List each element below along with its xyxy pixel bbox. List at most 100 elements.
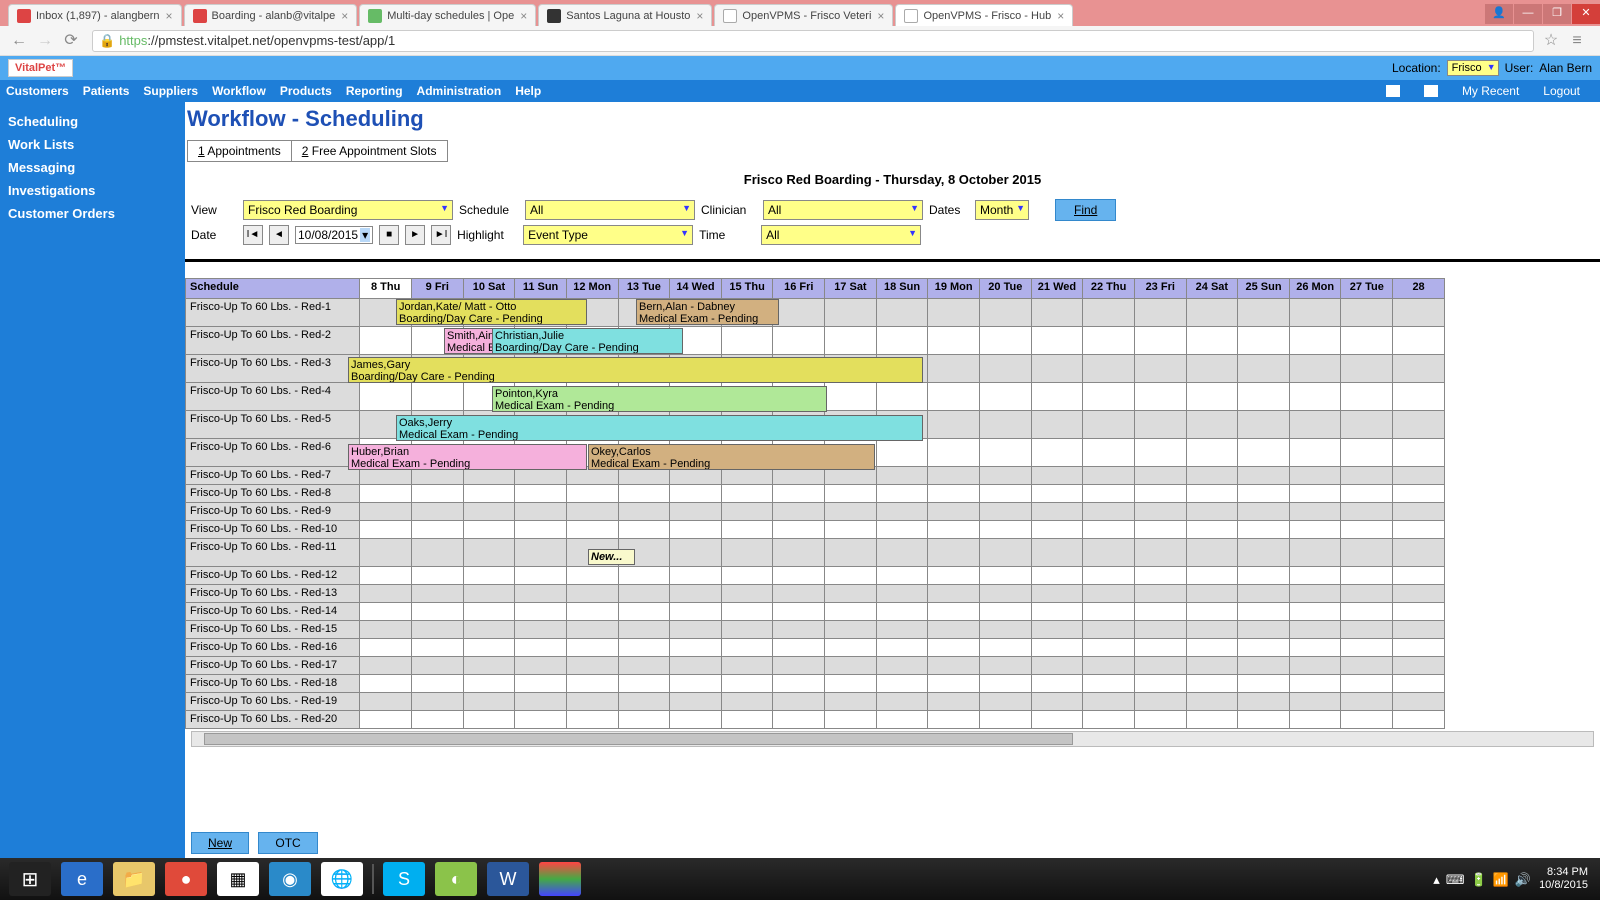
grid-cell[interactable] bbox=[1238, 521, 1290, 539]
sidebar-item[interactable]: Scheduling bbox=[8, 110, 177, 133]
grid-cell[interactable] bbox=[360, 585, 412, 603]
grid-cell[interactable] bbox=[1289, 485, 1341, 503]
grid-cell[interactable] bbox=[618, 585, 670, 603]
grid-cell[interactable] bbox=[1186, 711, 1238, 729]
col-day[interactable]: 9 Fri bbox=[411, 279, 463, 299]
grid-cell[interactable] bbox=[1393, 539, 1445, 567]
tray-keyboard-icon[interactable]: ⌨ bbox=[1446, 873, 1465, 886]
grid-cell[interactable] bbox=[928, 485, 980, 503]
grid-cell[interactable] bbox=[825, 693, 877, 711]
grid-cell[interactable] bbox=[1289, 621, 1341, 639]
grid-cell[interactable] bbox=[876, 503, 928, 521]
col-day[interactable]: 24 Sat bbox=[1186, 279, 1238, 299]
grid-cell[interactable] bbox=[1083, 411, 1135, 439]
grid-cell[interactable] bbox=[928, 299, 980, 327]
grid-cell[interactable] bbox=[1393, 603, 1445, 621]
grid-cell[interactable] bbox=[1289, 383, 1341, 411]
date-next-icon[interactable]: ► bbox=[405, 225, 425, 245]
grid-cell[interactable] bbox=[515, 521, 567, 539]
grid-cell[interactable] bbox=[360, 521, 412, 539]
grid-cell[interactable] bbox=[1393, 711, 1445, 729]
grid-cell[interactable] bbox=[1393, 693, 1445, 711]
find-button[interactable]: Find bbox=[1055, 199, 1116, 221]
grid-cell[interactable] bbox=[1134, 467, 1186, 485]
col-day[interactable]: 27 Tue bbox=[1341, 279, 1393, 299]
grid-cell[interactable] bbox=[1083, 485, 1135, 503]
grid-cell[interactable] bbox=[721, 603, 773, 621]
taskbar-word-icon[interactable]: W bbox=[487, 862, 529, 896]
reload-icon[interactable]: ⟳ bbox=[60, 30, 82, 52]
grid-cell[interactable] bbox=[463, 693, 515, 711]
grid-cell[interactable] bbox=[928, 693, 980, 711]
tab-close-icon[interactable]: × bbox=[166, 9, 173, 23]
schedule-row-label[interactable]: Frisco-Up To 60 Lbs. - Red-15 bbox=[186, 621, 360, 639]
grid-cell[interactable] bbox=[1134, 503, 1186, 521]
grid-cell[interactable] bbox=[670, 503, 722, 521]
taskbar-app3-icon[interactable]: ◉ bbox=[269, 862, 311, 896]
grid-cell[interactable] bbox=[566, 567, 618, 585]
col-day[interactable]: 22 Thu bbox=[1083, 279, 1135, 299]
taskbar-skype-icon[interactable]: S bbox=[383, 862, 425, 896]
grid-cell[interactable] bbox=[1134, 383, 1186, 411]
grid-cell[interactable] bbox=[773, 485, 825, 503]
grid-cell[interactable] bbox=[463, 711, 515, 729]
grid-cell[interactable] bbox=[928, 585, 980, 603]
grid-cell[interactable] bbox=[1238, 467, 1290, 485]
grid-cell[interactable] bbox=[876, 711, 928, 729]
date-prev-icon[interactable]: ◄ bbox=[269, 225, 289, 245]
address-bar[interactable]: 🔒 https://pmstest.vitalpet.net/openvpms-… bbox=[92, 30, 1534, 52]
grid-cell[interactable] bbox=[566, 657, 618, 675]
grid-cell[interactable] bbox=[1393, 383, 1445, 411]
grid-cell[interactable] bbox=[463, 521, 515, 539]
grid-cell[interactable] bbox=[773, 693, 825, 711]
grid-cell[interactable] bbox=[980, 603, 1032, 621]
schedule-row-label[interactable]: Frisco-Up To 60 Lbs. - Red-2 bbox=[186, 327, 360, 355]
grid-cell[interactable] bbox=[928, 639, 980, 657]
grid-cell[interactable] bbox=[515, 567, 567, 585]
schedule-row-label[interactable]: Frisco-Up To 60 Lbs. - Red-10 bbox=[186, 521, 360, 539]
grid-cell[interactable] bbox=[1238, 299, 1290, 327]
schedule-row-label[interactable]: Frisco-Up To 60 Lbs. - Red-20 bbox=[186, 711, 360, 729]
grid-cell[interactable] bbox=[773, 567, 825, 585]
grid-cell[interactable] bbox=[1289, 355, 1341, 383]
grid-cell[interactable] bbox=[360, 539, 412, 567]
grid-cell[interactable] bbox=[1238, 503, 1290, 521]
grid-cell[interactable] bbox=[928, 675, 980, 693]
grid-cell[interactable] bbox=[1031, 439, 1083, 467]
grid-cell[interactable] bbox=[1341, 603, 1393, 621]
grid-cell[interactable] bbox=[463, 485, 515, 503]
grid-cell[interactable] bbox=[411, 711, 463, 729]
col-day[interactable]: 19 Mon bbox=[928, 279, 980, 299]
grid-cell[interactable] bbox=[1083, 355, 1135, 383]
grid-cell[interactable] bbox=[360, 383, 412, 411]
grid-cell[interactable] bbox=[721, 521, 773, 539]
schedule-row-label[interactable]: Frisco-Up To 60 Lbs. - Red-11 bbox=[186, 539, 360, 567]
grid-cell[interactable] bbox=[876, 603, 928, 621]
grid-cell[interactable] bbox=[411, 503, 463, 521]
schedule-select[interactable]: All bbox=[525, 200, 695, 220]
grid-cell[interactable] bbox=[876, 585, 928, 603]
grid-cell[interactable] bbox=[360, 675, 412, 693]
grid-cell[interactable] bbox=[1134, 711, 1186, 729]
grid-cell[interactable] bbox=[670, 675, 722, 693]
grid-cell[interactable] bbox=[980, 585, 1032, 603]
grid-cell[interactable] bbox=[1134, 327, 1186, 355]
grid-cell[interactable] bbox=[463, 539, 515, 567]
menu-item[interactable]: Products bbox=[280, 84, 332, 98]
grid-cell[interactable] bbox=[360, 485, 412, 503]
date-stop-icon[interactable]: ■ bbox=[379, 225, 399, 245]
grid-cell[interactable] bbox=[1393, 355, 1445, 383]
grid-cell[interactable] bbox=[360, 327, 412, 355]
taskbar-ie-icon[interactable]: e bbox=[61, 862, 103, 896]
grid-cell[interactable] bbox=[360, 503, 412, 521]
grid-cell[interactable] bbox=[1083, 657, 1135, 675]
grid-cell[interactable] bbox=[463, 603, 515, 621]
grid-cell[interactable] bbox=[1031, 355, 1083, 383]
grid-cell[interactable] bbox=[1341, 411, 1393, 439]
grid-cell[interactable] bbox=[721, 485, 773, 503]
menu-link[interactable]: My Recent bbox=[1462, 84, 1519, 98]
grid-cell[interactable] bbox=[928, 621, 980, 639]
grid-cell[interactable] bbox=[515, 503, 567, 521]
grid-cell[interactable] bbox=[1341, 567, 1393, 585]
grid-cell[interactable] bbox=[1134, 585, 1186, 603]
